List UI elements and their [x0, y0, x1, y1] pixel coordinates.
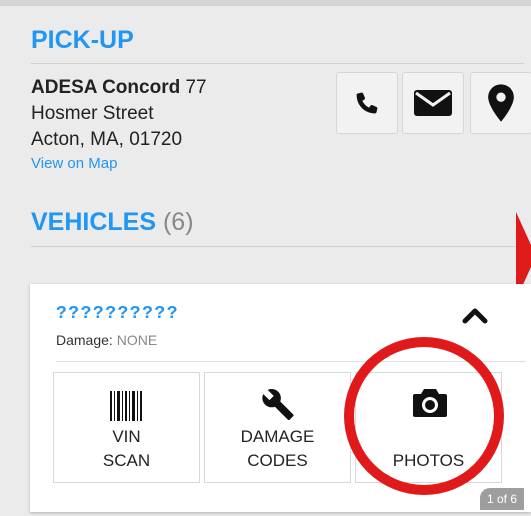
vehicles-divider — [31, 246, 524, 247]
vehicles-heading: VEHICLES (6) — [31, 208, 194, 237]
call-button[interactable] — [336, 72, 398, 134]
email-button[interactable] — [402, 72, 464, 134]
pickup-heading: PICK-UP — [31, 26, 134, 54]
top-edge — [0, 0, 531, 6]
wrench-icon — [262, 388, 294, 421]
map-pin-icon — [488, 84, 514, 122]
phone-icon — [356, 92, 378, 114]
vin-scan-label-line2: SCAN — [102, 451, 151, 470]
vehicles-title: VEHICLES — [31, 208, 157, 236]
address-street: Hosmer Street — [31, 103, 154, 124]
vehicles-count: (6) — [162, 208, 194, 236]
damage-info: Damage: NONE — [56, 332, 157, 348]
damage-value: NONE — [116, 332, 158, 348]
damage-codes-label-line2: CODES — [247, 451, 308, 470]
map-button[interactable] — [470, 72, 531, 134]
damage-codes-label-line1: DAMAGE — [240, 427, 315, 446]
chevron-up-icon[interactable] — [462, 306, 488, 324]
page-indicator: 1 of 6 — [480, 488, 524, 510]
pickup-address: ADESA Concord 77 Hosmer Street Acton, MA… — [31, 75, 207, 153]
pickup-divider — [31, 63, 524, 64]
view-on-map-link[interactable]: View on Map — [31, 155, 117, 172]
red-circle-annotation — [344, 337, 504, 495]
address-city: Acton, MA, 01720 — [31, 129, 183, 150]
envelope-icon — [414, 90, 452, 116]
barcode-icon — [110, 391, 142, 421]
vin-scan-button[interactable]: VIN SCAN — [53, 372, 200, 483]
damage-label: Damage: — [56, 332, 113, 348]
vehicle-vin: ?????????? — [56, 304, 180, 324]
vin-scan-label-line1: VIN — [112, 427, 141, 446]
location-name: ADESA Concord — [31, 77, 181, 98]
damage-codes-button[interactable]: DAMAGE CODES — [204, 372, 351, 483]
address-street-number: 77 — [185, 77, 207, 98]
